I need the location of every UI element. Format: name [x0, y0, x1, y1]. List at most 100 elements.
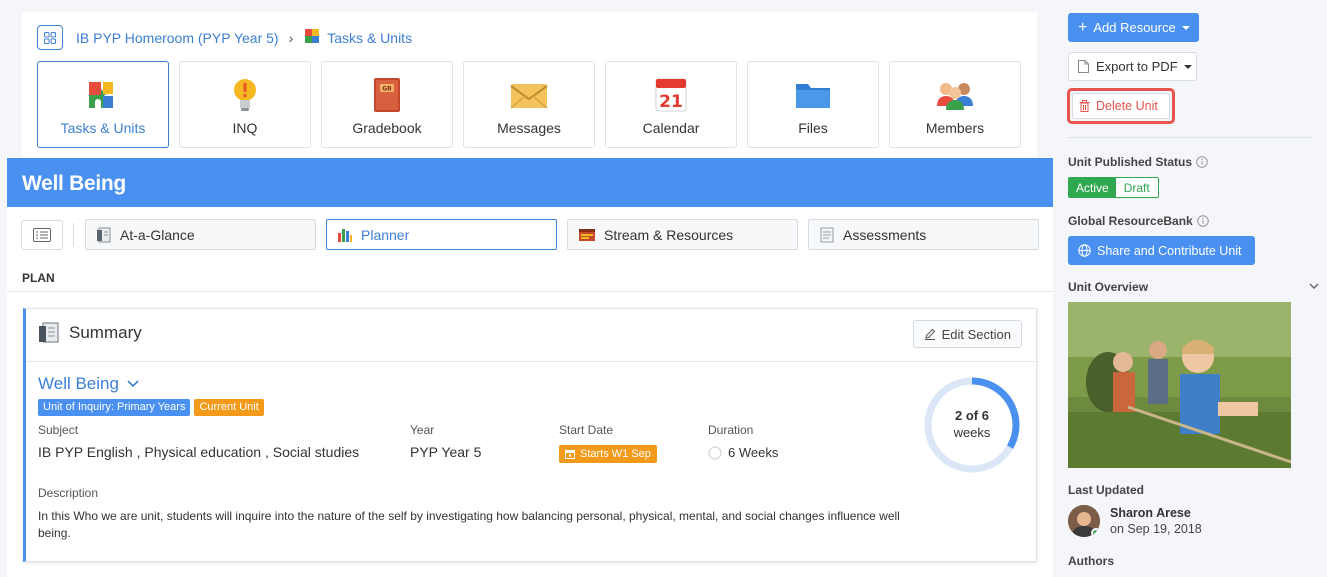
- tile-label: Messages: [497, 120, 561, 136]
- tile-members[interactable]: Members: [889, 61, 1021, 148]
- tile-gradebook[interactable]: GB Gradebook: [321, 61, 453, 148]
- progress-label: 2 of 6 weeks: [922, 407, 1022, 441]
- envelope-icon: [509, 76, 549, 114]
- tab-label: Stream & Resources: [604, 226, 734, 243]
- stream-icon: [578, 227, 596, 243]
- planner-icon: [337, 227, 353, 243]
- gradebook-icon: GB: [371, 76, 403, 114]
- published-status-toggle: Active Draft: [1068, 177, 1159, 198]
- unit-title: Well Being: [38, 374, 119, 393]
- start-date-badge: Starts W1 Sep: [559, 445, 657, 463]
- add-resource-label: Add Resource: [1093, 20, 1176, 35]
- delete-unit-highlight: Delete Unit: [1067, 88, 1175, 124]
- unit-badges: Unit of Inquiry: Primary Years Current U…: [38, 399, 264, 416]
- start-date-label: Start Date: [559, 423, 614, 437]
- unit-content: At-a-Glance Planner Stream & Resources A…: [7, 207, 1053, 577]
- edit-section-button[interactable]: Edit Section: [912, 320, 1022, 348]
- tile-inq[interactable]: INQ: [179, 61, 311, 148]
- published-status-label: Unit Published Status: [1068, 155, 1208, 169]
- subject-label: Subject: [38, 423, 79, 437]
- avatar[interactable]: [1068, 505, 1100, 537]
- progress-weeks-count: 2 of 6: [955, 408, 989, 423]
- tab-label: At-a-Glance: [120, 226, 195, 243]
- share-contribute-button[interactable]: Share and Contribute Unit: [1068, 236, 1255, 265]
- add-resource-button[interactable]: + Add Resource: [1068, 13, 1199, 42]
- trash-icon: [1079, 100, 1090, 112]
- duration-label: Duration: [708, 423, 754, 437]
- list-view-button[interactable]: [21, 219, 63, 250]
- unit-header-title: Well Being: [7, 158, 1053, 207]
- resource-bank-text: Global ResourceBank: [1068, 214, 1193, 228]
- last-updated-label: Last Updated: [1068, 483, 1145, 497]
- apps-grid-button[interactable]: [37, 25, 63, 50]
- description-text: In this Who we are unit, students will i…: [38, 509, 900, 540]
- export-pdf-button[interactable]: Export to PDF: [1068, 52, 1197, 81]
- summary-heading: Summary: [38, 322, 142, 344]
- divider: [7, 291, 1053, 292]
- puzzle-icon: [303, 27, 321, 48]
- year-value: PYP Year 5: [410, 444, 482, 460]
- document-icon: [96, 227, 112, 243]
- course-nav-card: IB PYP Homeroom (PYP Year 5) › Tasks & U…: [22, 12, 1037, 157]
- chevron-down-icon[interactable]: [1309, 283, 1319, 290]
- caret-down-icon: [1183, 64, 1192, 69]
- assessment-icon: [819, 227, 835, 243]
- delete-unit-button[interactable]: Delete Unit: [1072, 93, 1170, 119]
- chevron-down-icon: [127, 380, 139, 388]
- last-updated-by: Sharon Arese on Sep 19, 2018: [1068, 505, 1202, 537]
- info-icon[interactable]: [1196, 156, 1208, 168]
- tile-messages[interactable]: Messages: [463, 61, 595, 148]
- updated-date: on Sep 19, 2018: [1110, 522, 1202, 536]
- info-icon[interactable]: [1196, 215, 1209, 227]
- right-sidebar: + Add Resource Export to PDF Delete Unit…: [1053, 0, 1327, 577]
- delete-unit-label: Delete Unit: [1096, 99, 1158, 113]
- breadcrumb: IB PYP Homeroom (PYP Year 5) › Tasks & U…: [37, 25, 412, 50]
- tile-label: INQ: [232, 120, 258, 136]
- status-active-option[interactable]: Active: [1069, 178, 1116, 197]
- tile-label: Calendar: [642, 120, 700, 136]
- svg-text:GB: GB: [382, 86, 392, 93]
- divider: [73, 222, 74, 247]
- tile-calendar[interactable]: 21 Calendar: [605, 61, 737, 148]
- tile-label: Members: [925, 120, 985, 136]
- status-draft-option[interactable]: Draft: [1115, 178, 1158, 197]
- share-contribute-label: Share and Contribute Unit: [1097, 243, 1242, 258]
- breadcrumb-current[interactable]: Tasks & Units: [327, 30, 412, 46]
- pdf-icon: [1078, 60, 1089, 73]
- caret-down-icon: [1181, 25, 1190, 30]
- calendar-icon: [565, 449, 575, 459]
- updater-name[interactable]: Sharon Arese: [1110, 506, 1202, 520]
- resource-bank-label: Global ResourceBank: [1068, 214, 1209, 228]
- current-unit-badge: Current Unit: [194, 399, 264, 416]
- tab-assessments[interactable]: Assessments: [808, 219, 1039, 250]
- svg-text:21: 21: [659, 92, 683, 112]
- unit-title-dropdown[interactable]: Well Being: [38, 374, 139, 394]
- tab-label: Assessments: [843, 226, 927, 243]
- duration: 6 Weeks: [708, 445, 778, 460]
- breadcrumb-course-link[interactable]: IB PYP Homeroom (PYP Year 5): [76, 30, 279, 46]
- year-label: Year: [410, 423, 435, 437]
- globe-icon: [1078, 244, 1091, 257]
- chevron-right-icon: ›: [288, 29, 294, 46]
- tile-tasks-units[interactable]: Tasks & Units: [37, 61, 169, 148]
- plan-section-label: PLAN: [22, 271, 55, 285]
- tile-label: Tasks & Units: [60, 120, 146, 136]
- tab-stream-resources[interactable]: Stream & Resources: [567, 219, 798, 250]
- updater-info: Sharon Arese on Sep 19, 2018: [1110, 506, 1202, 536]
- grid-icon: [44, 31, 56, 44]
- summary-card: Summary Edit Section Well Being Unit of …: [23, 308, 1037, 562]
- tab-at-a-glance[interactable]: At-a-Glance: [85, 219, 316, 250]
- unit-type-badge: Unit of Inquiry: Primary Years: [38, 399, 191, 416]
- tab-label: Planner: [361, 226, 410, 243]
- puzzle-icon: [83, 76, 123, 114]
- export-pdf-label: Export to PDF: [1096, 59, 1178, 74]
- folder-icon: [794, 76, 832, 114]
- divider: [1068, 137, 1312, 138]
- tab-planner[interactable]: Planner: [326, 219, 557, 250]
- start-date-value: Starts W1 Sep: [580, 448, 651, 460]
- plus-icon: +: [1078, 18, 1088, 36]
- members-icon: [935, 76, 975, 114]
- unit-overview-label: Unit Overview: [1068, 280, 1149, 294]
- unit-subtabs: At-a-Glance Planner Stream & Resources A…: [21, 219, 1049, 250]
- tile-files[interactable]: Files: [747, 61, 879, 148]
